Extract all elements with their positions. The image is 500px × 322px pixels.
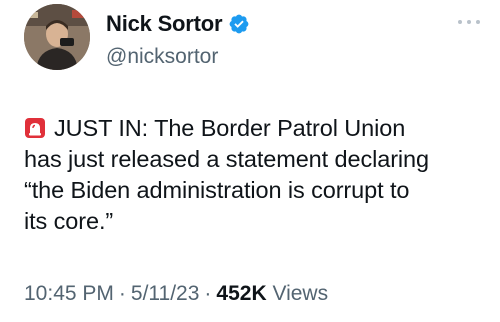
tweet-date[interactable]: 5/11/23 <box>131 282 200 305</box>
author-block: Nick Sortor @nicksortor <box>106 10 250 69</box>
views-label: Views <box>272 282 329 305</box>
siren-icon <box>24 116 46 138</box>
display-name[interactable]: Nick Sortor <box>106 11 223 37</box>
tweet-meta: 10:45 PM · 5/11/23 · 452K Views <box>24 282 328 306</box>
meta-separator: · <box>118 282 126 305</box>
tweet-card: Nick Sortor @nicksortor JUST IN: The Bor… <box>0 0 500 322</box>
tweet-text: JUST IN: The Border Patrol Union has jus… <box>24 113 484 237</box>
tweet-line: its core.” <box>24 208 114 234</box>
avatar[interactable] <box>24 4 90 70</box>
tweet-line: has just released a statement declaring <box>24 146 429 172</box>
views-count: 452K <box>216 282 267 305</box>
meta-separator: · <box>204 282 212 305</box>
tweet-line-text: JUST IN: The Border Patrol Union <box>54 115 406 141</box>
tweet-line: “the Biden administration is corrupt to <box>24 177 410 203</box>
more-options-icon[interactable] <box>458 18 480 26</box>
tweet-time[interactable]: 10:45 PM <box>24 282 114 305</box>
handle[interactable]: @nicksortor <box>106 45 250 69</box>
name-row: Nick Sortor <box>106 10 250 38</box>
verified-badge-icon <box>228 13 250 35</box>
tweet-line: JUST IN: The Border Patrol Union <box>24 113 484 144</box>
